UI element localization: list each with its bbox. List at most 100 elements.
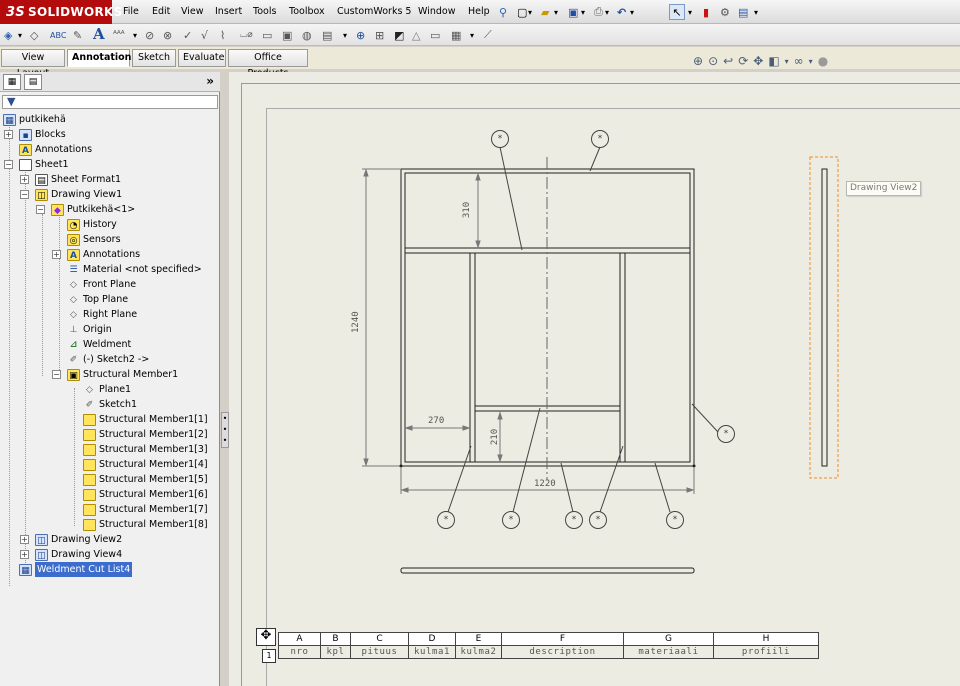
tab-sketch[interactable]: Sketch [132,49,176,67]
table-header-cell[interactable]: kulma1 [408,645,456,659]
expand-panel-icon[interactable]: » [206,74,214,88]
tree-item-sketch2[interactable]: ✐ (-) Sketch2 -> [67,352,150,367]
collapse-icon[interactable]: − [52,370,61,379]
column-letter[interactable]: D [408,632,456,646]
menu-file[interactable]: File [123,0,139,24]
table-header-cell[interactable]: kpl [320,645,351,659]
zoom-to-area-icon[interactable]: ⊙ [708,54,718,68]
table-header-cell[interactable]: pituus [350,645,409,659]
centerline-icon[interactable]: ⊞ [375,27,384,43]
note-dropdown-icon[interactable]: ▾ [133,27,137,43]
new-dropdown-icon[interactable]: ▾ [528,4,532,20]
datum-target-icon[interactable]: ◍ [302,27,312,43]
save-icon[interactable]: ▣ [568,4,578,20]
graphics-area[interactable] [229,72,960,686]
smart-dimension-icon[interactable]: ◈ [4,27,12,43]
tree-item-body-1[interactable]: Structural Member1[1] [83,412,208,427]
undo-dropdown-icon[interactable]: ▾ [630,4,634,20]
tree-item-weldment[interactable]: ⊿ Weldment [67,337,131,352]
format-painter-icon[interactable]: ✎ [73,27,82,43]
hole-callout-icon[interactable]: ⌴⌀ [240,27,253,43]
area-hatch-icon[interactable]: ◩ [394,27,404,43]
weld-symbol-icon[interactable]: ⌇ [220,27,225,43]
properties-icon[interactable]: ▤ [738,4,748,20]
hide-show-dropdown-icon[interactable]: ▾ [809,57,813,66]
magnetic-line-icon[interactable]: ✓ [183,27,192,43]
balloon[interactable]: * [565,511,583,529]
menu-window[interactable]: Window [418,0,455,24]
open-dropdown-icon[interactable]: ▾ [554,4,558,20]
tree-item-part[interactable]: − ◆ Putkikehä<1> [36,202,135,217]
balloon[interactable]: * [502,511,520,529]
spell-check-icon[interactable]: ABC [50,27,66,43]
tree-item-body-4[interactable]: Structural Member1[4] [83,457,208,472]
property-manager-tab-icon[interactable]: ▤ [24,74,42,90]
surface-finish-icon[interactable]: √ [201,27,208,43]
balloon[interactable]: * [666,511,684,529]
tree-item-body-3[interactable]: Structural Member1[3] [83,442,208,457]
menu-toolbox[interactable]: Toolbox [289,0,325,24]
tree-item-sketch1[interactable]: ✐ Sketch1 [83,397,137,412]
solidworks-logo[interactable]: 3S SOLIDWORKS [0,0,122,24]
tree-item-sensors[interactable]: ◎ Sensors [67,232,121,247]
table-move-handle-icon[interactable]: ✥ [256,628,276,646]
tree-root[interactable]: ▦ putkikehä [3,112,66,127]
previous-view-icon[interactable]: ↩ [723,54,733,68]
weldment-cut-list-table[interactable]: ✥ 1 A B C D E F G H nro kpl pituus kulma… [256,628,819,663]
table-header-cell[interactable]: materiaali [623,645,714,659]
tree-item-body-2[interactable]: Structural Member1[2] [83,427,208,442]
table-dropdown-icon[interactable]: ▾ [470,27,474,43]
dimension-text-310[interactable]: 310 [461,199,473,221]
column-letter[interactable]: E [455,632,502,646]
column-letter[interactable]: G [623,632,714,646]
tab-view-layout[interactable]: View Layout [1,49,65,79]
tree-filter-input[interactable]: ▼ [2,95,218,109]
display-style-dropdown-icon[interactable]: ▾ [785,57,789,66]
print-icon[interactable]: ⎙ [594,4,603,20]
column-letter[interactable]: B [320,632,351,646]
table-header-cell[interactable]: nro [278,645,321,659]
geometric-tolerance-icon[interactable]: ▭ [262,27,272,43]
select-pointer-icon[interactable]: ↖ [669,4,685,20]
tree-item-origin[interactable]: ⊥ Origin [67,322,112,337]
hide-show-items-icon[interactable]: ∞ [794,54,804,68]
properties-dropdown-icon[interactable]: ▾ [754,4,758,20]
tree-item-blocks[interactable]: + ▪ Blocks [4,127,66,142]
options-icon[interactable]: ⚙ [720,4,730,20]
print-dropdown-icon[interactable]: ▾ [605,4,609,20]
tree-item-body-7[interactable]: Structural Member1[7] [83,502,208,517]
menu-customworks[interactable]: CustomWorks 5 [337,0,411,24]
menu-help[interactable]: Help [468,0,490,24]
tree-item-annotations[interactable]: A Annotations [19,142,92,157]
tree-item-structural-member1[interactable]: − ▣ Structural Member1 [52,367,178,382]
new-document-icon[interactable]: ▢ [517,4,527,20]
row-index-cell[interactable]: 1 [262,649,276,663]
dimension-text-270[interactable]: 270 [428,416,444,426]
zoom-to-fit-icon[interactable]: ⊕ [693,54,703,68]
panel-splitter-handle[interactable]: • • • [221,412,229,448]
table-header-cell[interactable]: description [501,645,624,659]
table-icon[interactable]: ▦ [451,27,461,43]
column-letter[interactable]: F [501,632,624,646]
undo-icon[interactable]: ↶ [617,4,626,20]
rotate-view-icon[interactable]: ⟳ [738,54,748,68]
tree-item-plane1[interactable]: ◇ Plane1 [83,382,131,397]
menu-view[interactable]: View [181,0,204,24]
balloon[interactable]: * [589,511,607,529]
dimension-text-210[interactable]: 210 [489,426,501,448]
note-icon[interactable]: A [93,25,105,43]
column-letter[interactable]: A [278,632,321,646]
revision-symbol-icon[interactable]: △ [412,27,420,43]
balloon[interactable]: * [491,130,509,148]
balloon[interactable]: * [591,130,609,148]
balloon-icon[interactable]: ⊘ [145,27,154,43]
datum-feature-icon[interactable]: ▣ [282,27,292,43]
help-pin-icon[interactable]: ⚲ [499,4,507,20]
dimension-dropdown-icon[interactable]: ▾ [18,27,22,43]
tree-item-sheet-format[interactable]: + ▤ Sheet Format1 [20,172,121,187]
pan-view-icon[interactable]: ✥ [753,54,763,68]
tree-item-drawing-view1[interactable]: − ◫ Drawing View1 [20,187,122,202]
tree-item-history[interactable]: ◔ History [67,217,117,232]
appearance-sphere-icon[interactable]: ● [818,54,828,68]
rebuild-icon[interactable]: ▮ [703,4,709,20]
